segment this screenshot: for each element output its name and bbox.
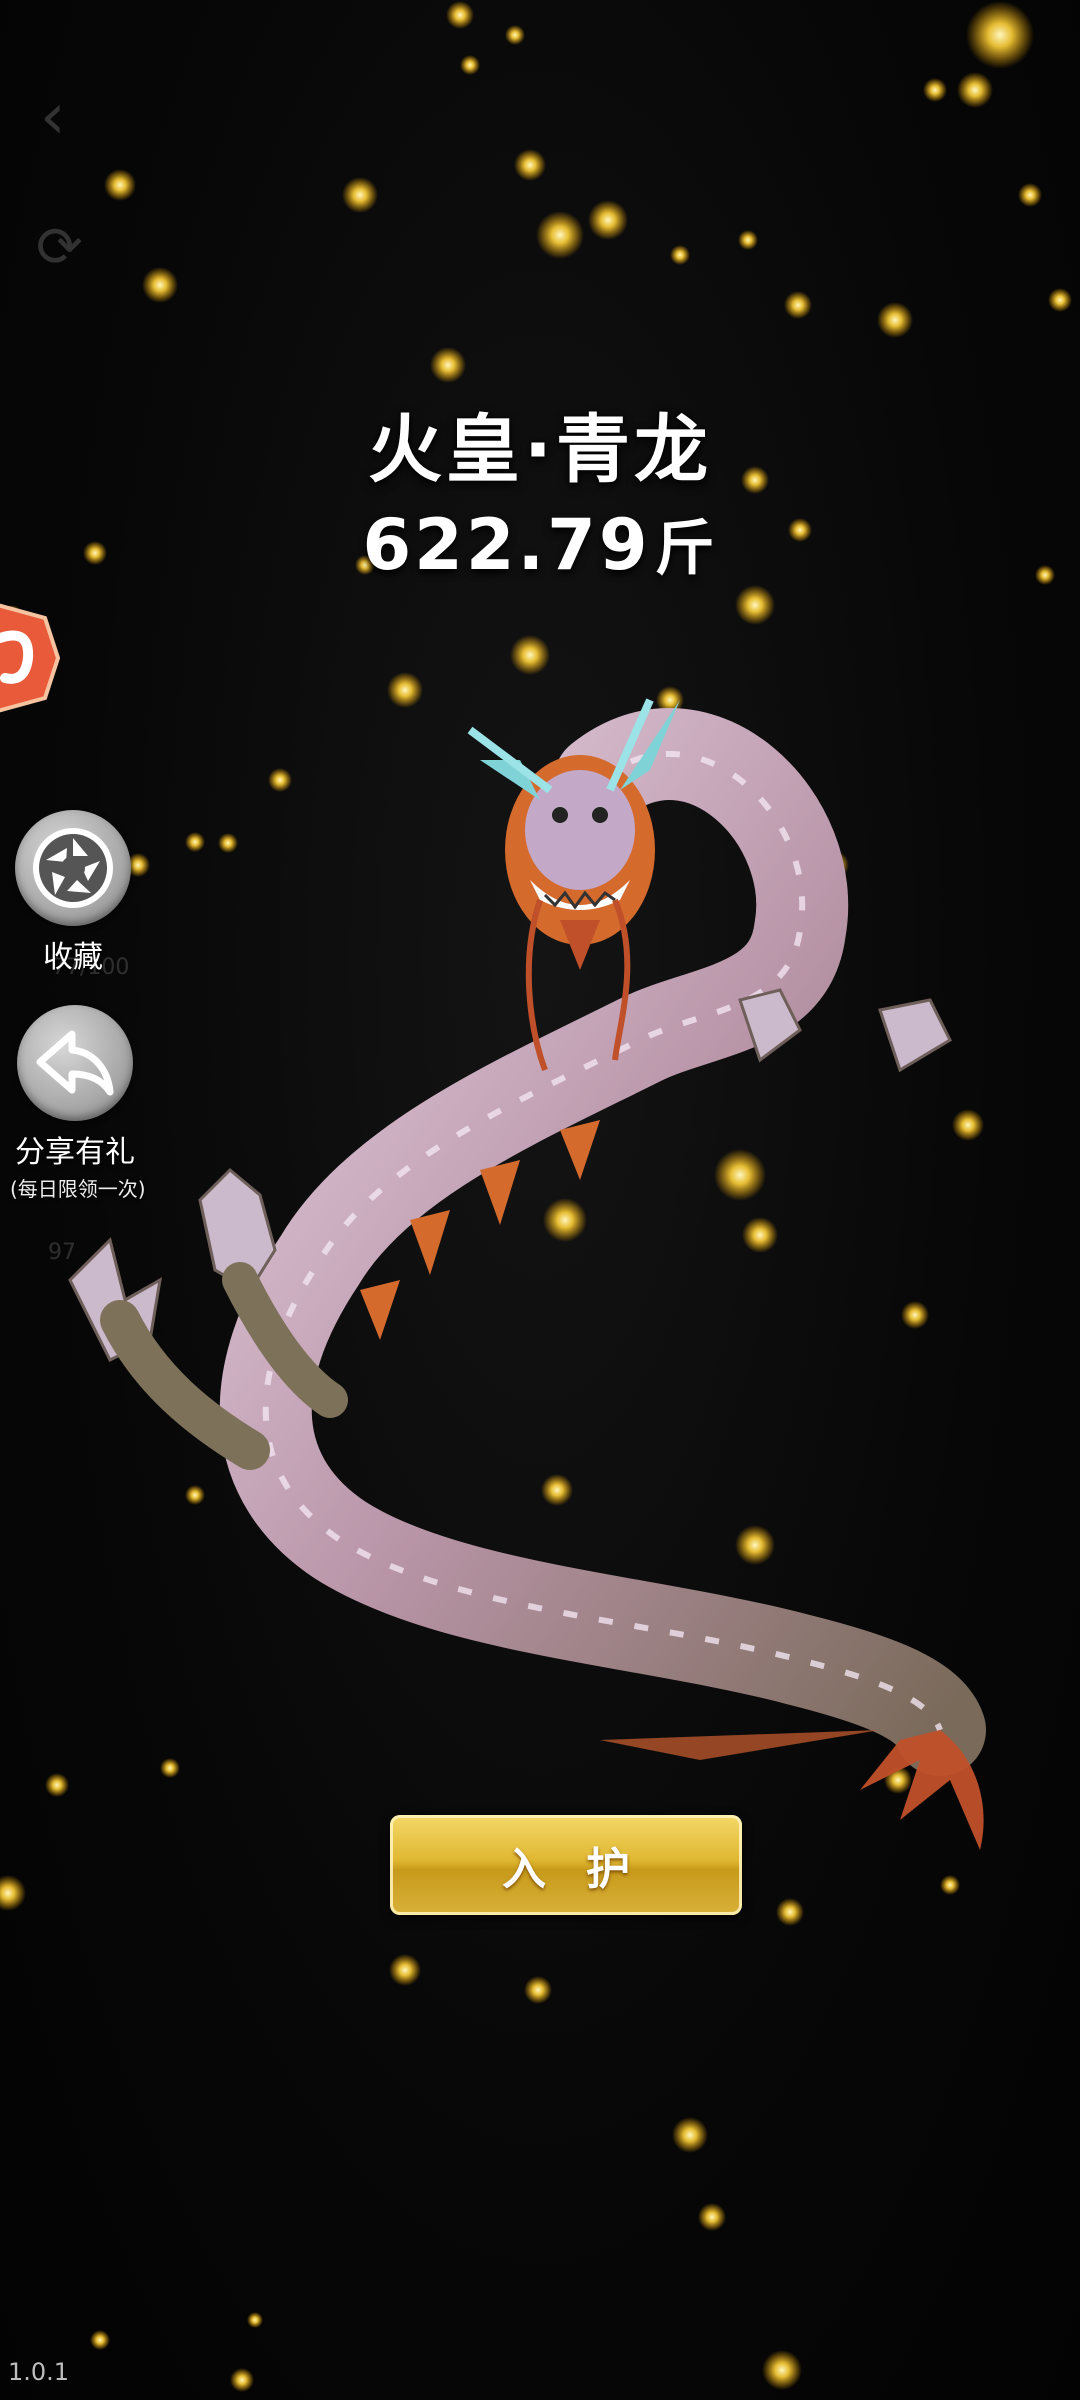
collect-button[interactable]: 收藏 — [8, 810, 138, 976]
enter-button[interactable]: 入护 — [390, 1815, 742, 1915]
fish-name: 火皇·青龙 — [367, 407, 713, 493]
ghost-count-text: 97 — [48, 1240, 76, 1265]
ghost-progress-text: 77/100 — [52, 955, 130, 980]
version-label: 1.0.1 — [8, 2358, 70, 2386]
aperture-icon — [15, 810, 131, 926]
weight-value: 622.79 — [362, 504, 651, 586]
share-sublabel: (每日限领一次) — [10, 1177, 146, 1201]
share-arrow-icon — [17, 1005, 133, 1121]
share-button[interactable]: 分享有礼 (每日限领一次) — [10, 1005, 146, 1202]
dragon-illustration — [68, 698, 986, 1850]
game-scene: ‹ ⟳ 火皇·青龙 622.79斤 收藏 77/100 分享有礼 (每日限领一次… — [0, 0, 1080, 2400]
share-label: 分享有礼 — [15, 1135, 135, 1170]
weight-unit: 斤 — [654, 514, 718, 584]
fish-weight: 622.79斤 — [0, 500, 1080, 587]
